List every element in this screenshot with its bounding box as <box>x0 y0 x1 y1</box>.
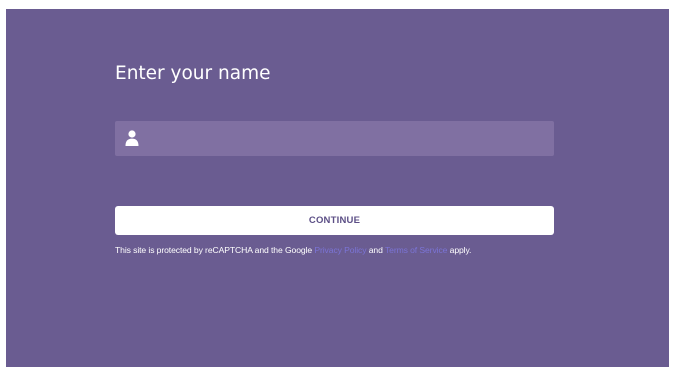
recaptcha-notice: This site is protected by reCAPTCHA and … <box>115 245 471 255</box>
recaptcha-prefix: This site is protected by reCAPTCHA and … <box>115 245 313 255</box>
name-input[interactable] <box>149 121 544 156</box>
continue-button[interactable]: CONTINUE <box>115 206 554 235</box>
user-icon <box>125 130 139 146</box>
privacy-policy-link[interactable]: Privacy Policy <box>314 245 366 255</box>
terms-of-service-link[interactable]: Terms of Service <box>385 245 448 255</box>
recaptcha-suffix: apply. <box>449 245 472 255</box>
signup-panel: Enter your name CONTINUE This site is pr… <box>6 9 669 367</box>
name-field[interactable] <box>115 121 554 156</box>
page-title: Enter your name <box>115 63 271 84</box>
recaptcha-middle: and <box>368 245 383 255</box>
